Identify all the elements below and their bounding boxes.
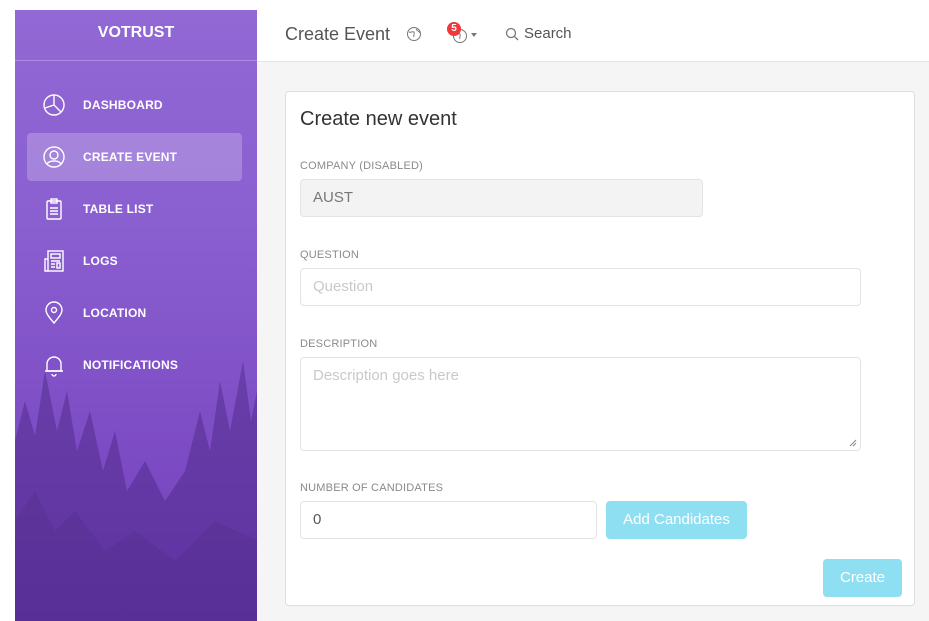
sidebar-item-logs[interactable]: LOGS bbox=[27, 237, 242, 285]
notification-badge: 5 bbox=[447, 22, 461, 36]
description-textarea[interactable]: Description goes here bbox=[300, 357, 861, 451]
number-of-candidates-input[interactable]: 0 bbox=[300, 501, 597, 539]
sidebar-item-notifications[interactable]: NOTIFICATIONS bbox=[27, 341, 242, 389]
candidates-label: NUMBER OF CANDIDATES bbox=[300, 482, 444, 494]
pie-chart-icon bbox=[39, 90, 69, 120]
sidebar-item-label: CREATE EVENT bbox=[83, 150, 178, 164]
sidebar-item-label: LOCATION bbox=[83, 306, 147, 320]
map-pin-icon bbox=[39, 298, 69, 328]
company-field: AUST bbox=[300, 179, 703, 217]
search-icon bbox=[505, 27, 519, 40]
sidebar: VOTRUST DASHBOARD CREATE EVENT TABLE LIS… bbox=[15, 10, 257, 621]
brand-title[interactable]: VOTRUST bbox=[15, 10, 257, 61]
user-circle-icon bbox=[39, 142, 69, 172]
company-label: COMPANY (DISABLED) bbox=[300, 160, 423, 172]
globe-icon[interactable] bbox=[406, 26, 422, 47]
clipboard-icon bbox=[39, 194, 69, 224]
top-navbar: Create Event 5 Search bbox=[257, 10, 929, 62]
notifications-dropdown[interactable]: 5 bbox=[447, 22, 479, 48]
question-label: QUESTION bbox=[300, 249, 360, 261]
sidebar-item-label: LOGS bbox=[83, 254, 118, 268]
search-link[interactable]: Search bbox=[505, 25, 572, 42]
sidebar-item-table-list[interactable]: TABLE LIST bbox=[27, 185, 242, 233]
sidebar-item-label: TABLE LIST bbox=[83, 202, 154, 216]
question-input[interactable]: Question bbox=[300, 268, 861, 306]
card-title: Create new event bbox=[300, 108, 457, 130]
news-icon bbox=[39, 246, 69, 276]
search-label: Search bbox=[524, 25, 572, 42]
chevron-down-icon bbox=[471, 33, 477, 37]
create-event-card: Create new event COMPANY (DISABLED) AUST… bbox=[285, 91, 915, 606]
create-button[interactable]: Create bbox=[823, 559, 902, 597]
sidebar-item-label: NOTIFICATIONS bbox=[83, 358, 179, 372]
sidebar-item-dashboard[interactable]: DASHBOARD bbox=[27, 81, 242, 129]
sidebar-item-location[interactable]: LOCATION bbox=[27, 289, 242, 337]
description-label: DESCRIPTION bbox=[300, 338, 378, 350]
add-candidates-button[interactable]: Add Candidates bbox=[606, 501, 747, 539]
sidebar-item-label: DASHBOARD bbox=[83, 98, 163, 112]
description-placeholder: Description goes here bbox=[313, 367, 459, 384]
page-title: Create Event bbox=[285, 24, 391, 44]
resize-handle-icon[interactable] bbox=[849, 439, 857, 447]
sidebar-item-create-event[interactable]: CREATE EVENT bbox=[27, 133, 242, 181]
bell-icon bbox=[39, 350, 69, 380]
